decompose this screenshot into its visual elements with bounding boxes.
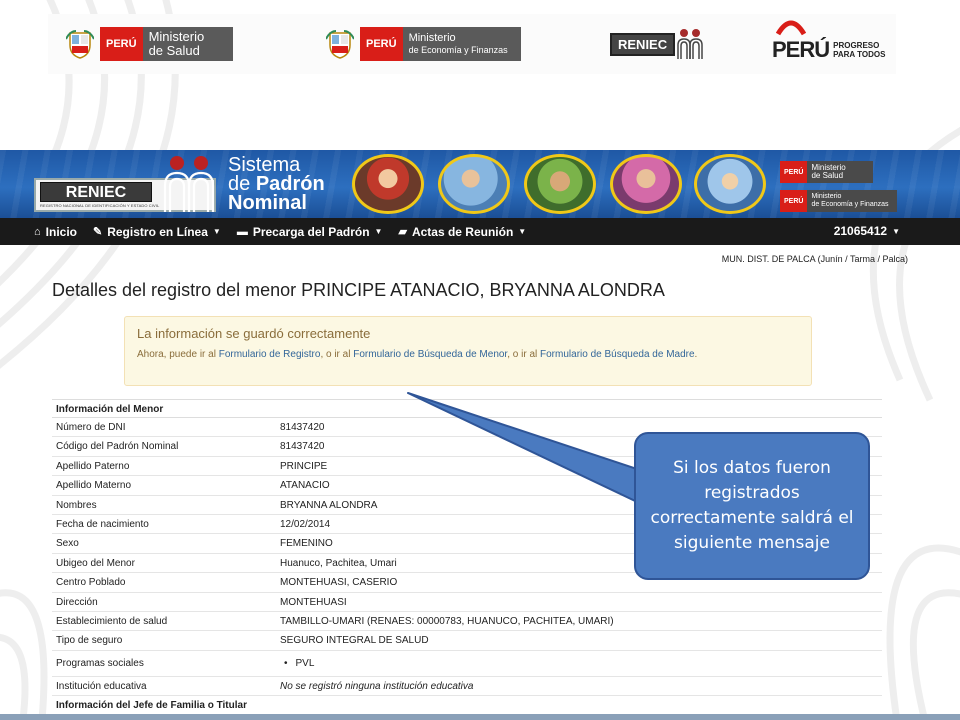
link-busqueda-menor[interactable]: Formulario de Búsqueda de Menor bbox=[353, 349, 507, 360]
caret-down-icon: ▼ bbox=[892, 226, 900, 236]
detail-label: Tipo de seguro bbox=[56, 635, 123, 647]
section-header-menor: Información del Menor bbox=[52, 399, 882, 418]
page-title: Detalles del registro del menor PRINCIPE… bbox=[52, 280, 665, 300]
partner-logos-strip: PERÚ Ministerio de Salud PERÚ Ministerio… bbox=[48, 14, 896, 74]
detail-value: MONTEHUASI bbox=[280, 596, 347, 608]
family-fingerprint-icon bbox=[163, 156, 215, 212]
detail-row: Tipo de seguro SEGURO INTEGRAL DE SALUD bbox=[52, 631, 882, 651]
link-formulario-registro[interactable]: Formulario de Registro bbox=[219, 349, 321, 360]
folder-icon: ▰ bbox=[398, 226, 407, 238]
caret-down-icon: ▼ bbox=[518, 227, 527, 236]
detail-label: Establecimiento de salud bbox=[56, 615, 168, 627]
user-location: MUN. DIST. DE PALCA (Junín / Tarma / Pal… bbox=[721, 254, 908, 264]
link-busqueda-madre[interactable]: Formulario de Búsqueda de Madre bbox=[540, 349, 695, 360]
detail-label: Centro Poblado bbox=[56, 577, 126, 589]
detail-row: Establecimiento de salud TAMBILLO-UMARI (… bbox=[52, 612, 882, 632]
nav-precarga-del-padron[interactable]: ▬ Precarga del Padrón ▼ bbox=[237, 225, 383, 239]
coat-of-arms-icon bbox=[66, 30, 94, 59]
child-photo-4 bbox=[610, 154, 682, 214]
detail-label: Sexo bbox=[56, 538, 79, 550]
minsa-logo: PERÚ Ministerio de Salud bbox=[66, 24, 233, 64]
child-photo-5 bbox=[694, 154, 766, 214]
peru-progreso-logo: PERÚ PROGRESO PARA TODOS bbox=[772, 20, 885, 64]
detail-label: Ubigeo del Menor bbox=[56, 557, 135, 569]
detail-row-programas: Programas sociales PVL bbox=[52, 651, 882, 677]
mef-logo: PERÚ Ministerio de Economía y Finanzas bbox=[326, 24, 521, 64]
detail-label: Apellido Paterno bbox=[56, 460, 130, 472]
detail-label: Apellido Materno bbox=[56, 480, 132, 492]
section-header-jefe: Información del Jefe de Familia o Titula… bbox=[52, 696, 882, 716]
fingerprint-icon bbox=[677, 29, 703, 59]
detail-value: TAMBILLO-UMARI (RENAES: 00000783, HUANUC… bbox=[280, 615, 614, 627]
coat-of-arms-icon bbox=[326, 30, 354, 59]
alert-text: Ahora, puede ir al Formulario de Registr… bbox=[137, 349, 698, 360]
child-photo-3 bbox=[524, 154, 596, 214]
reniec-logo: RENIEC bbox=[610, 24, 705, 64]
alert-title: La información se guardó correctamente bbox=[137, 326, 371, 341]
detail-label: Número de DNI bbox=[56, 422, 126, 433]
caret-down-icon: ▼ bbox=[374, 227, 383, 236]
user-menu[interactable]: 21065412 ▼ bbox=[834, 224, 900, 238]
home-icon: ⌂ bbox=[34, 225, 41, 238]
success-alert: La información se guardó correctamente A… bbox=[124, 316, 812, 386]
minsa-mini-logo: PERÚ Ministerio de Salud bbox=[780, 161, 874, 183]
detail-row-institucion: Institución educativa No se registró nin… bbox=[52, 677, 882, 697]
system-title: Sistema de Padrón Nominal bbox=[228, 154, 325, 214]
detail-label: Nombres bbox=[56, 499, 97, 511]
peru-arc-icon bbox=[776, 20, 806, 36]
footer-bar bbox=[0, 714, 960, 720]
child-photo-1 bbox=[352, 154, 424, 214]
nav-inicio[interactable]: ⌂ Inicio bbox=[34, 225, 77, 239]
upload-icon: ▬ bbox=[236, 225, 248, 238]
pencil-icon: ✎ bbox=[93, 226, 103, 238]
detail-row: Dirección MONTEHUASI bbox=[52, 593, 882, 612]
nav-actas-de-reunion[interactable]: ▰ Actas de Reunión ▼ bbox=[398, 225, 526, 239]
main-navbar: ⌂ Inicio ✎ Registro en Línea ▼ ▬ Precarg… bbox=[0, 218, 960, 245]
header-banner: RENIEC REGISTRO NACIONAL DE IDENTIFICACI… bbox=[0, 150, 960, 218]
detail-label: Código del Padrón Nominal bbox=[56, 441, 179, 453]
child-photo-2 bbox=[438, 154, 510, 214]
caret-down-icon: ▼ bbox=[212, 227, 221, 236]
detail-label: Dirección bbox=[56, 596, 98, 608]
nav-registro-en-linea[interactable]: ✎ Registro en Línea ▼ bbox=[93, 225, 221, 239]
detail-value: SEGURO INTEGRAL DE SALUD bbox=[280, 635, 429, 647]
callout-bubble: Si los datos fueron registrados correcta… bbox=[634, 432, 870, 580]
mef-mini-logo: PERÚ Ministerio de Economía y Finanzas bbox=[780, 190, 898, 212]
detail-label: Fecha de nacimiento bbox=[56, 518, 149, 530]
